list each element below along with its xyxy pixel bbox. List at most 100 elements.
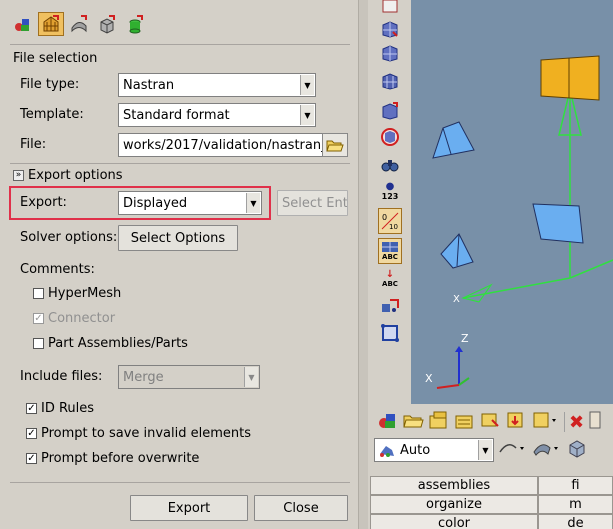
surface-export-icon[interactable]: [66, 12, 92, 36]
organize-icon[interactable]: [480, 410, 502, 434]
checkbox-box[interactable]: [33, 288, 44, 299]
collector-icon[interactable]: [454, 410, 476, 434]
wireframe-icon[interactable]: [378, 70, 402, 92]
section-divider: [10, 44, 350, 45]
chevron-down-icon[interactable]: ▼: [244, 367, 258, 387]
feature-display-icon[interactable]: [378, 126, 402, 148]
template-value: Standard format: [123, 107, 230, 123]
svg-text:0: 0: [382, 213, 387, 222]
vertical-toolbar: ● 123 0 10 ABC ↓ ABC: [370, 0, 410, 400]
graphics-viewport[interactable]: Z X X: [411, 0, 613, 404]
chevron-down-icon[interactable]: ▼: [246, 193, 260, 213]
menu-cell[interactable]: de: [538, 514, 613, 529]
table-row: assemblies fi: [370, 476, 613, 495]
import-icon[interactable]: [506, 410, 528, 434]
template-label: Template:: [20, 107, 84, 122]
select-entities-button[interactable]: Select Enti: [277, 190, 348, 216]
component-create-icon[interactable]: [376, 410, 398, 434]
export-options-header[interactable]: » Export options: [13, 168, 123, 183]
open-folder-icon: [326, 140, 344, 152]
file-type-label: File type:: [20, 77, 80, 92]
find-icon[interactable]: [378, 154, 402, 176]
folder-open-icon[interactable]: [402, 410, 424, 434]
mesh-export-icon[interactable]: [38, 12, 64, 36]
collapse-icon[interactable]: »: [13, 170, 24, 181]
checkbox-box[interactable]: ✓: [26, 403, 37, 414]
export-value: Displayed: [123, 195, 188, 211]
file-path-value: works/2017/validation/nastran_t: [123, 137, 333, 153]
solver-options-label: Solver options:: [20, 230, 118, 245]
model-canvas[interactable]: Z X X: [411, 0, 613, 404]
organize-menu-button[interactable]: organize: [370, 495, 538, 514]
export-panel: File selection File type: Nastran ▼ Temp…: [0, 0, 362, 529]
include-files-select[interactable]: Merge ▼: [118, 365, 260, 389]
color-menu-button[interactable]: color: [370, 514, 538, 529]
chevron-down-icon[interactable]: ▼: [300, 75, 314, 95]
prompt-overwrite-checkbox[interactable]: ✓ Prompt before overwrite: [26, 451, 199, 466]
checkbox-box[interactable]: ✓: [33, 313, 44, 324]
axis-z-label: Z: [461, 332, 469, 345]
svg-text:10: 10: [389, 223, 398, 231]
auto-label: Auto: [400, 442, 431, 458]
table-row: color de: [370, 514, 613, 529]
chevron-down-icon[interactable]: ▼: [300, 105, 314, 125]
node-x-marker: X: [453, 294, 460, 305]
component-toolbar-row: ✖: [376, 410, 602, 434]
prompt-invalid-elements-checkbox[interactable]: ✓ Prompt to save invalid elements: [26, 426, 251, 441]
file-selection-title: File selection: [13, 51, 98, 66]
template-select[interactable]: Standard format ▼: [118, 103, 316, 127]
menu-cell[interactable]: m: [538, 495, 613, 514]
export-label: Export:: [20, 195, 67, 210]
numbering-icon[interactable]: ● 123: [378, 180, 402, 202]
file-type-value: Nastran: [123, 77, 175, 93]
bottom-toolbar: ✖ Auto ▼: [370, 404, 613, 474]
section-divider: [10, 163, 350, 164]
hypermesh-checkbox[interactable]: HyperMesh: [33, 286, 121, 301]
mask-icon[interactable]: [588, 410, 602, 434]
select-box-icon[interactable]: [378, 322, 402, 344]
id-rules-checkbox[interactable]: ✓ ID Rules: [26, 401, 94, 416]
export-button[interactable]: Export: [130, 495, 248, 521]
element-display-icon[interactable]: [378, 42, 402, 64]
checkbox-box[interactable]: ✓: [26, 453, 37, 464]
toolbar-divider: [564, 412, 565, 432]
shaded-elements-icon[interactable]: [378, 100, 402, 122]
table-row: organize m: [370, 495, 613, 514]
close-button[interactable]: Close: [254, 495, 348, 521]
assembly-tool-icon[interactable]: [10, 12, 36, 36]
panel-scrollbar[interactable]: [358, 0, 368, 529]
utility-menu-table: assemblies fi organize m color de: [370, 476, 613, 529]
include-files-label: Include files:: [20, 369, 103, 384]
element-label-icon[interactable]: ABC: [378, 238, 402, 264]
checkbox-box[interactable]: [33, 338, 44, 349]
visualization-mode-select[interactable]: Auto ▼: [374, 438, 494, 462]
section-divider: [10, 482, 350, 483]
text-label-icon[interactable]: ↓ ABC: [378, 268, 402, 290]
include-files-value: Merge: [123, 369, 164, 385]
mesh-display-icon[interactable]: [378, 18, 402, 40]
connector-checkbox[interactable]: ✓ Connector: [33, 311, 115, 326]
delete-icon[interactable]: ✖: [569, 412, 584, 433]
solid-export-icon[interactable]: [94, 12, 120, 36]
browse-folder-button[interactable]: [322, 133, 348, 157]
display-mode-icon[interactable]: [378, 0, 402, 18]
export-mode-toolbar: [10, 12, 148, 36]
checkbox-box[interactable]: ✓: [26, 428, 37, 439]
part-assemblies-checkbox[interactable]: Part Assemblies/Parts: [33, 336, 188, 351]
file-type-select[interactable]: Nastran ▼: [118, 73, 316, 97]
filter-dropdown-icon[interactable]: [532, 410, 560, 434]
file-path-input[interactable]: works/2017/validation/nastran_t: [118, 133, 348, 157]
axis-x-label: X: [425, 372, 433, 385]
assemblies-menu-button[interactable]: assemblies: [370, 476, 538, 495]
solid-cube-icon[interactable]: [566, 438, 588, 462]
label-size-icon[interactable]: 0 10: [378, 208, 402, 234]
select-options-button[interactable]: Select Options: [118, 225, 238, 251]
chevron-down-icon[interactable]: ▼: [478, 440, 492, 460]
export-select[interactable]: Displayed ▼: [118, 191, 262, 215]
wire-shade-icon[interactable]: [498, 438, 528, 462]
hierarchy-icon[interactable]: [428, 410, 450, 434]
shaded-surface-icon[interactable]: [532, 438, 562, 462]
cylinder-export-icon[interactable]: [122, 12, 148, 36]
transform-icon[interactable]: [378, 294, 402, 316]
menu-cell[interactable]: fi: [538, 476, 613, 495]
